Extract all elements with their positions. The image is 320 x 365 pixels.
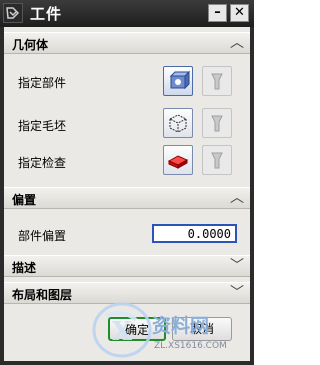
check-body-icon	[167, 155, 189, 169]
section-title-offset: 偏置	[12, 193, 37, 207]
flashlight-icon	[211, 152, 223, 169]
blank-box-icon	[168, 114, 188, 133]
chevron-up-icon[interactable]: ︿	[228, 34, 246, 52]
section-header-offset[interactable]: 偏置 ︿	[4, 187, 250, 209]
blank-flashlight-button[interactable]	[202, 108, 232, 138]
specify-blank-button[interactable]	[163, 108, 193, 138]
specify-check-button[interactable]	[163, 145, 193, 175]
workpiece-dialog: 工件 – ✕ 几何体 ︿ 指定部件 指定毛坯 指定检查 偏置 ︿ 部件偏置 0.…	[0, 0, 254, 365]
section-title-description: 描述	[12, 261, 37, 275]
chevron-down-icon[interactable]: ﹀	[228, 257, 246, 275]
app-icon	[3, 3, 23, 23]
specify-part-label: 指定部件	[18, 76, 67, 90]
specify-blank-label: 指定毛坯	[18, 119, 67, 133]
watermark-text: 资料网	[152, 314, 209, 337]
section-header-geometry[interactable]: 几何体 ︿	[4, 32, 250, 54]
watermark-url: ZL.XS1616.COM	[154, 341, 227, 351]
close-button[interactable]: ✕	[230, 4, 249, 22]
part-flashlight-button[interactable]	[202, 66, 232, 96]
check-flashlight-button[interactable]	[202, 145, 232, 175]
part-select-icon	[169, 70, 191, 90]
chevron-up-icon[interactable]: ︿	[228, 189, 246, 207]
specify-part-button[interactable]	[163, 66, 193, 96]
svg-text:X: X	[112, 317, 133, 347]
part-offset-input[interactable]: 0.0000	[152, 224, 237, 243]
title-bar[interactable]: 工件 – ✕	[0, 0, 254, 27]
specify-check-label: 指定检查	[18, 156, 67, 170]
section-title-layout-layers: 布局和图层	[12, 288, 73, 302]
window-title: 工件	[30, 5, 63, 23]
section-title-geometry: 几何体	[12, 38, 49, 52]
minimize-button[interactable]: –	[208, 4, 227, 22]
section-header-description[interactable]: 描述 ﹀	[4, 255, 250, 277]
flashlight-icon	[211, 115, 223, 132]
part-offset-label: 部件偏置	[18, 229, 67, 243]
watermark-logo: X 资料网 ZL.XS1616.COM	[92, 302, 227, 358]
flashlight-icon	[211, 73, 223, 90]
